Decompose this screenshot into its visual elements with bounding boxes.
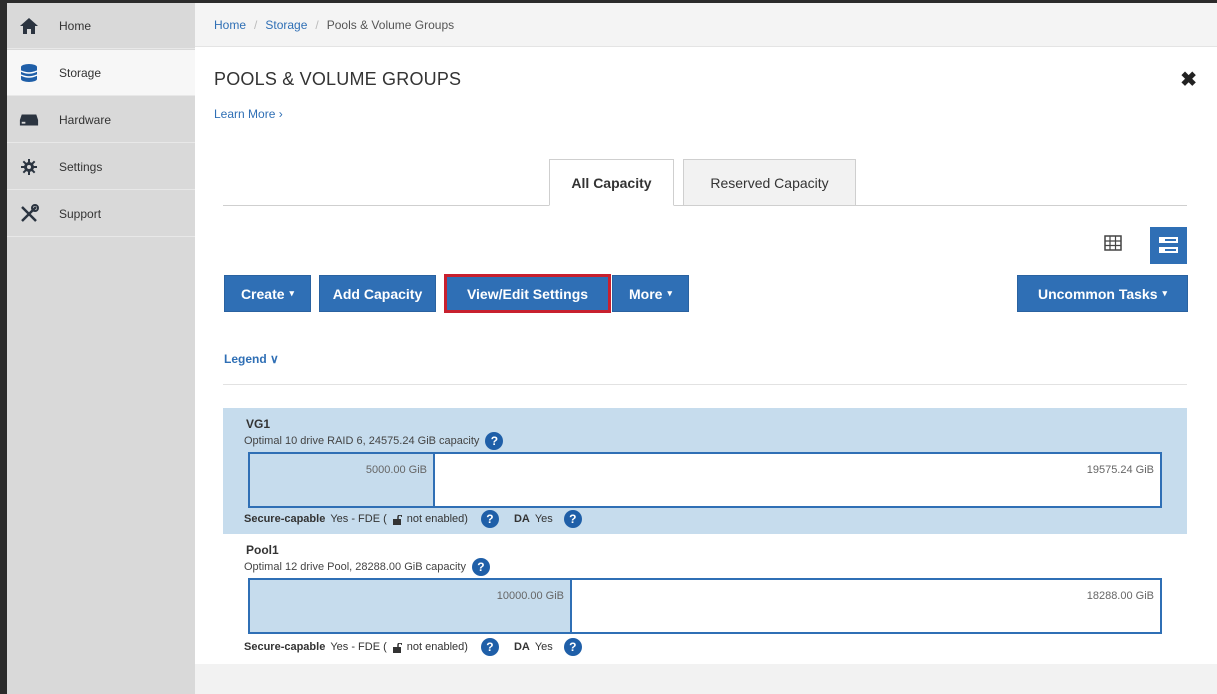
sidebar-item-home[interactable]: Home	[7, 3, 195, 49]
sidebar-item-label: Home	[59, 18, 92, 33]
group-description: Optimal 10 drive RAID 6, 24575.24 GiB ca…	[244, 432, 504, 450]
help-icon[interactable]: ?	[471, 558, 490, 576]
sidebar-item-label: Storage	[59, 65, 102, 80]
chevron-down-icon: ▾	[667, 288, 672, 298]
more-button-label: More	[629, 285, 663, 302]
secure-capable-label: Secure-capable	[244, 641, 326, 653]
group-description: Optimal 12 drive Pool, 28288.00 GiB capa…	[244, 558, 490, 576]
uncommon-tasks-label: Uncommon Tasks	[1037, 285, 1158, 302]
breadcrumb-home-link[interactable]: Home	[214, 18, 246, 32]
breadcrumb-storage-link[interactable]: Storage	[265, 18, 307, 32]
help-icon[interactable]: ?	[480, 510, 499, 528]
volume-group-card[interactable]: VG1 Optimal 10 drive RAID 6, 24575.24 Gi…	[223, 408, 1187, 534]
sidebar-item-storage[interactable]: Storage	[7, 50, 195, 96]
main-content: POOLS & VOLUME GROUPS ✖ Learn More › All…	[195, 47, 1217, 694]
secure-capable-suffix: not enabled)	[406, 641, 468, 653]
chevron-down-icon: ▾	[289, 288, 295, 298]
list-view-icon[interactable]	[1150, 227, 1187, 264]
breadcrumb-bar: Home / Storage / Pools & Volume Groups	[195, 3, 1217, 47]
chevron-down-icon: ▾	[1162, 288, 1168, 298]
home-icon	[19, 16, 39, 36]
secure-capable-suffix: not enabled)	[406, 513, 468, 525]
breadcrumb-separator: /	[254, 18, 258, 32]
sidebar-item-label: Settings	[59, 159, 103, 174]
used-capacity-label: 5000.00 GiB	[365, 464, 427, 476]
capacity-used-segment: 5000.00 GiB	[250, 454, 435, 506]
group-footer: Secure-capable Yes - FDE ( not enabled) …	[244, 510, 582, 528]
group-description-text: Optimal 10 drive RAID 6, 24575.24 GiB ca…	[244, 435, 480, 447]
more-button[interactable]: More ▾	[612, 275, 689, 312]
breadcrumb: Home / Storage / Pools & Volume Groups	[214, 18, 454, 32]
da-value: Yes	[534, 513, 553, 525]
sidebar-item-label: Hardware	[59, 112, 112, 127]
breadcrumb-separator: /	[315, 18, 319, 32]
group-description-text: Optimal 12 drive Pool, 28288.00 GiB capa…	[244, 561, 466, 573]
table-view-icon[interactable]	[1103, 233, 1123, 253]
tab-label: Reserved Capacity	[710, 174, 829, 191]
breadcrumb-current: Pools & Volume Groups	[326, 18, 455, 32]
secure-capable-value: Yes - FDE (	[330, 641, 387, 653]
tab-label: All Capacity	[571, 174, 652, 191]
view-edit-settings-label: View/Edit Settings	[466, 285, 589, 302]
close-icon[interactable]: ✖	[1180, 67, 1197, 92]
tools-icon	[19, 204, 39, 224]
group-name: VG1	[246, 417, 271, 431]
da-label: DA	[513, 513, 530, 525]
tab-all-capacity[interactable]: All Capacity	[549, 159, 674, 206]
help-icon[interactable]: ?	[485, 432, 504, 450]
sidebar-item-label: Support	[59, 206, 102, 221]
sidebar-item-hardware[interactable]: Hardware	[7, 97, 195, 143]
view-edit-settings-button[interactable]: View/Edit Settings	[444, 274, 611, 313]
add-capacity-label: Add Capacity	[332, 285, 423, 302]
gear-icon	[19, 157, 39, 177]
page-title: POOLS & VOLUME GROUPS	[214, 69, 462, 89]
hardware-icon	[19, 110, 39, 130]
secure-capable-label: Secure-capable	[244, 513, 326, 525]
group-footer: Secure-capable Yes - FDE ( not enabled) …	[244, 638, 582, 656]
storage-icon	[19, 63, 39, 83]
secure-capable-value: Yes - FDE (	[330, 513, 387, 525]
sidebar-item-support[interactable]: Support	[7, 191, 195, 237]
capacity-bar: 10000.00 GiB 18288.00 GiB	[248, 578, 1162, 634]
group-name: Pool1	[246, 543, 279, 557]
unlock-icon	[392, 641, 403, 653]
volume-group-card[interactable]: Pool1 Optimal 12 drive Pool, 28288.00 Gi…	[223, 534, 1187, 661]
footer-strip	[195, 664, 1217, 694]
da-label: DA	[513, 641, 530, 653]
create-button[interactable]: Create ▾	[224, 275, 311, 312]
tab-reserved-capacity[interactable]: Reserved Capacity	[683, 159, 856, 206]
da-value: Yes	[534, 641, 553, 653]
capacity-used-segment: 10000.00 GiB	[250, 580, 572, 632]
capacity-bar: 5000.00 GiB 19575.24 GiB	[248, 452, 1162, 508]
legend-divider	[223, 384, 1187, 385]
create-button-label: Create	[240, 285, 285, 302]
used-capacity-label: 10000.00 GiB	[496, 590, 564, 602]
help-icon[interactable]: ?	[563, 638, 582, 656]
sidebar-item-settings[interactable]: Settings	[7, 144, 195, 190]
add-capacity-button[interactable]: Add Capacity	[319, 275, 436, 312]
uncommon-tasks-button[interactable]: Uncommon Tasks ▾	[1017, 275, 1188, 312]
help-icon[interactable]: ?	[563, 510, 582, 528]
legend-toggle[interactable]: Legend ∨	[224, 352, 279, 366]
learn-more-link[interactable]: Learn More ›	[214, 107, 283, 121]
sidebar: Home Storage Hardware Settings Support	[7, 3, 195, 694]
help-icon[interactable]: ?	[480, 638, 499, 656]
unlock-icon	[392, 513, 403, 525]
free-capacity-label: 19575.24 GiB	[1086, 464, 1154, 476]
free-capacity-label: 18288.00 GiB	[1086, 590, 1154, 602]
